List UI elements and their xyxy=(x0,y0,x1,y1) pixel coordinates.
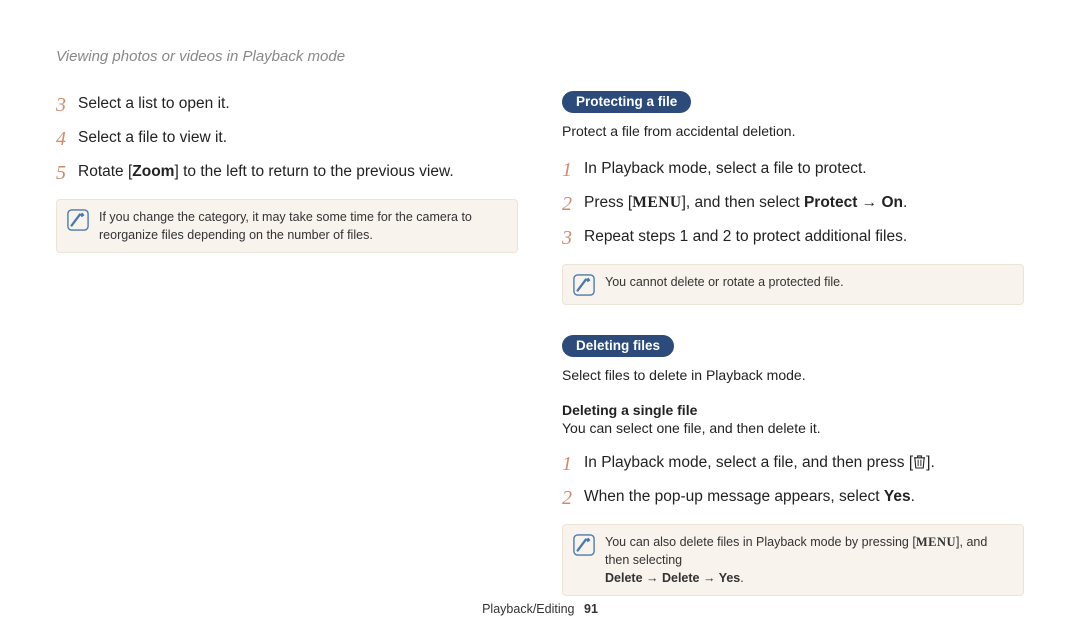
note-text: If you change the category, it may take … xyxy=(99,208,507,244)
note-text: You can also delete files in Playback mo… xyxy=(605,533,1013,587)
protect-step-1: 1 In Playback mode, select a file to pro… xyxy=(562,156,1024,184)
zoom-label: Zoom xyxy=(132,163,174,180)
text-part: You can also delete files in Playback mo… xyxy=(605,535,916,549)
note-text: You cannot delete or rotate a protected … xyxy=(605,273,844,291)
trash-icon xyxy=(913,454,926,471)
step-text: Select a list to open it. xyxy=(78,91,230,116)
step-number: 4 xyxy=(56,125,78,153)
section-protecting: Protecting a file Protect a file from ac… xyxy=(562,91,1024,305)
protect-step-2: 2 Press [MENU], and then select Protect … xyxy=(562,190,1024,218)
step-text: In Playback mode, select a file, and the… xyxy=(584,450,935,475)
subheading: Deleting a single file xyxy=(562,402,1024,418)
page-number: 91 xyxy=(584,602,598,616)
step-text: Press [MENU], and then select Protect → … xyxy=(584,190,907,215)
note-box: If you change the category, it may take … xyxy=(56,199,518,253)
step-text: Rotate [Zoom] to the left to return to t… xyxy=(78,159,454,184)
section-deleting: Deleting files Select files to delete in… xyxy=(562,335,1024,596)
delete-step-1: 1 In Playback mode, select a file, and t… xyxy=(562,450,1024,478)
delete-path-label: Delete → Delete → Yes xyxy=(605,571,740,585)
note-icon xyxy=(573,534,595,556)
menu-button-label: MENU xyxy=(632,194,681,211)
step-number: 2 xyxy=(562,484,584,512)
step-text: Select a file to view it. xyxy=(78,125,227,150)
text-part: In Playback mode, select a file, and the… xyxy=(584,454,913,471)
subheading-desc: You can select one file, and then delete… xyxy=(562,420,1024,436)
note-icon xyxy=(573,274,595,296)
note-icon xyxy=(67,209,89,231)
content-columns: 3 Select a list to open it. 4 Select a f… xyxy=(56,91,1024,596)
text-part: ]. xyxy=(926,454,935,471)
protect-label: Protect xyxy=(804,194,857,211)
footer-section: Playback/Editing xyxy=(482,602,574,616)
step-number: 1 xyxy=(562,450,584,478)
note-box: You can also delete files in Playback mo… xyxy=(562,524,1024,596)
step-number: 1 xyxy=(562,156,584,184)
step-text: When the pop-up message appears, select … xyxy=(584,484,915,509)
text-part: . xyxy=(740,571,743,585)
section-desc: Select files to delete in Playback mode. xyxy=(562,365,1024,386)
step-number: 3 xyxy=(562,224,584,252)
left-column: 3 Select a list to open it. 4 Select a f… xyxy=(56,91,518,596)
section-desc: Protect a file from accidental deletion. xyxy=(562,121,1024,142)
step-text: In Playback mode, select a file to prote… xyxy=(584,156,867,181)
text-part: When the pop-up message appears, select xyxy=(584,488,884,505)
text-part: . xyxy=(903,194,907,211)
step-5: 5 Rotate [Zoom] to the left to return to… xyxy=(56,159,518,187)
delete-step-2: 2 When the pop-up message appears, selec… xyxy=(562,484,1024,512)
step-number: 3 xyxy=(56,91,78,119)
pill-protecting: Protecting a file xyxy=(562,91,691,113)
yes-label: Yes xyxy=(884,488,911,505)
menu-button-label: MENU xyxy=(916,535,956,549)
text-part: . xyxy=(911,488,915,505)
protect-step-3: 3 Repeat steps 1 and 2 to protect additi… xyxy=(562,224,1024,252)
step-number: 2 xyxy=(562,190,584,218)
text-part: Press [ xyxy=(584,194,632,211)
right-column: Protecting a file Protect a file from ac… xyxy=(562,91,1024,596)
step-number: 5 xyxy=(56,159,78,187)
step-text: Repeat steps 1 and 2 to protect addition… xyxy=(584,224,907,249)
step-3: 3 Select a list to open it. xyxy=(56,91,518,119)
text-part: ] to the left to return to the previous … xyxy=(174,163,453,180)
text-part: ], and then select xyxy=(682,194,804,211)
note-box: You cannot delete or rotate a protected … xyxy=(562,264,1024,305)
text-part: Rotate [ xyxy=(78,163,132,180)
step-4: 4 Select a file to view it. xyxy=(56,125,518,153)
page-footer: Playback/Editing 91 xyxy=(0,602,1080,616)
arrow-icon: → xyxy=(857,194,881,211)
pill-deleting: Deleting files xyxy=(562,335,674,357)
on-label: On xyxy=(881,194,903,211)
page-title: Viewing photos or videos in Playback mod… xyxy=(56,48,1024,65)
